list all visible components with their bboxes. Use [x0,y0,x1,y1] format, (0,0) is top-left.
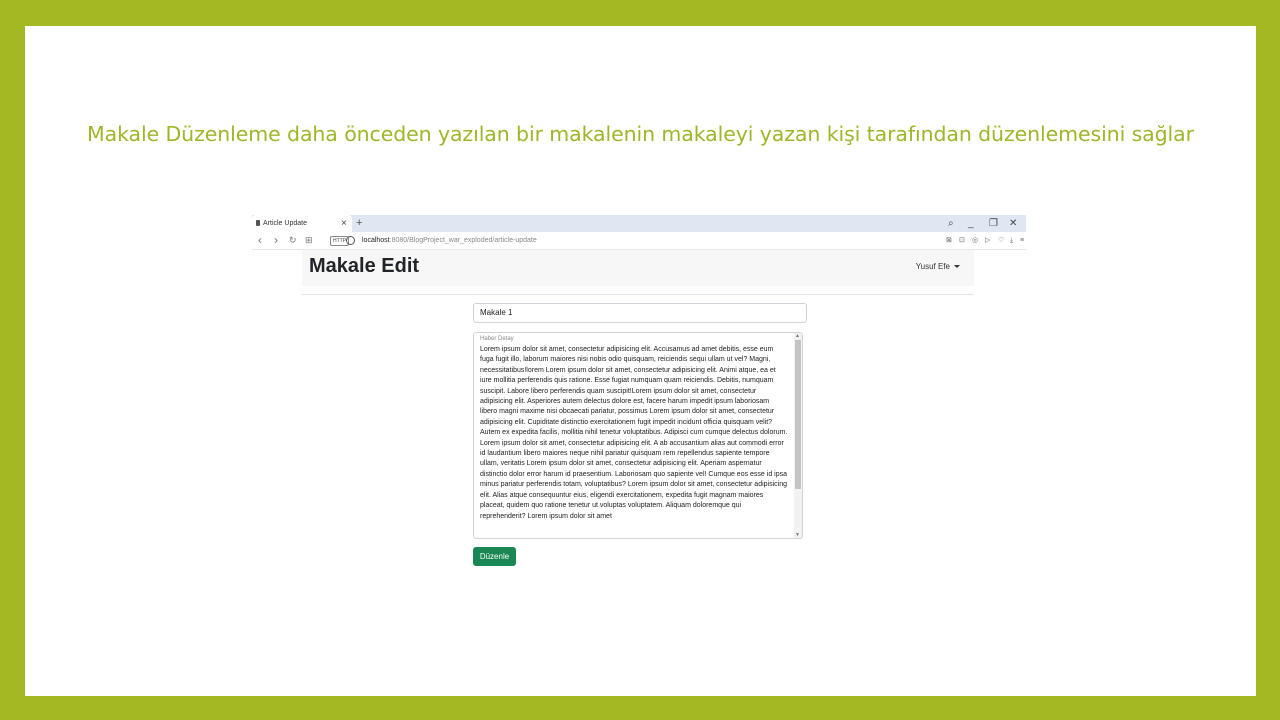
user-dropdown[interactable]: Yusuf Efe [916,262,960,271]
scroll-thumb[interactable] [795,340,801,489]
scroll-up-icon[interactable]: ▲ [795,333,800,339]
page-title[interactable]: Makale Edit [309,255,419,278]
back-icon[interactable]: ‹ [258,232,262,249]
url-path: :8080/BlogProject_war_exploded/article-u… [389,237,537,244]
extension-icon-3[interactable]: ◎ [972,232,978,249]
url-host: localhost [362,237,390,244]
downloads-icon[interactable]: ⤓ [1010,232,1013,249]
globe-icon [346,236,355,245]
slide: Makale Düzenleme daha önceden yazılan bi… [25,26,1256,696]
minimize-icon[interactable]: _ [968,215,974,232]
close-window-icon[interactable]: ✕ [1009,215,1017,232]
close-tab-icon[interactable]: × [341,215,347,232]
article-title-input[interactable] [473,303,807,323]
extension-icon-2[interactable]: ⊡ [959,232,965,249]
browser-window: Article Update × + ⌕ _ ❐ ✕ ‹ › ↻ ⊞ HTTP … [252,215,1026,611]
url-field[interactable]: localhost:8080/BlogProject_war_exploded/… [362,232,537,249]
slide-title: Makale Düzenleme daha önceden yazılan bi… [87,122,1194,146]
divider [302,294,974,295]
navbar: Makale Edit Yusuf Efe [302,250,974,286]
share-icon[interactable]: ▷ [985,232,990,249]
tab-bar: Article Update × + ⌕ _ ❐ ✕ [252,215,1026,232]
detail-text[interactable]: Lorem ipsum dolor sit amet, consectetur … [480,345,788,522]
favorites-icon[interactable]: ♡ [998,232,1004,249]
search-tabs-icon[interactable]: ⌕ [948,215,954,232]
article-detail-textarea[interactable]: Haber Detay Lorem ipsum dolor sit amet, … [473,332,803,539]
menu-icon[interactable]: ≡ [1020,232,1024,249]
scroll-down-icon[interactable]: ▼ [795,532,800,538]
restore-icon[interactable]: ❐ [989,215,998,232]
extension-icon-1[interactable]: ⊠ [946,232,952,249]
caret-down-icon [954,265,960,269]
document-icon [256,220,260,226]
reload-icon[interactable]: ↻ [289,232,297,249]
browser-tab[interactable]: Article Update × [252,215,352,232]
split-view-icon[interactable]: ⊞ [305,232,313,249]
new-tab-icon[interactable]: + [356,215,362,232]
tab-title: Article Update [263,220,307,227]
user-name: Yusuf Efe [915,262,950,271]
forward-icon[interactable]: › [274,232,278,249]
address-bar: ‹ › ↻ ⊞ HTTP localhost:8080/BlogProject_… [252,232,1026,250]
page-content: Makale Edit Yusuf Efe Haber Detay Lorem … [252,250,1026,611]
scrollbar[interactable]: ▲ ▼ [794,333,802,538]
detail-label: Haber Detay [480,336,514,342]
update-button[interactable]: Düzenle [473,547,516,566]
